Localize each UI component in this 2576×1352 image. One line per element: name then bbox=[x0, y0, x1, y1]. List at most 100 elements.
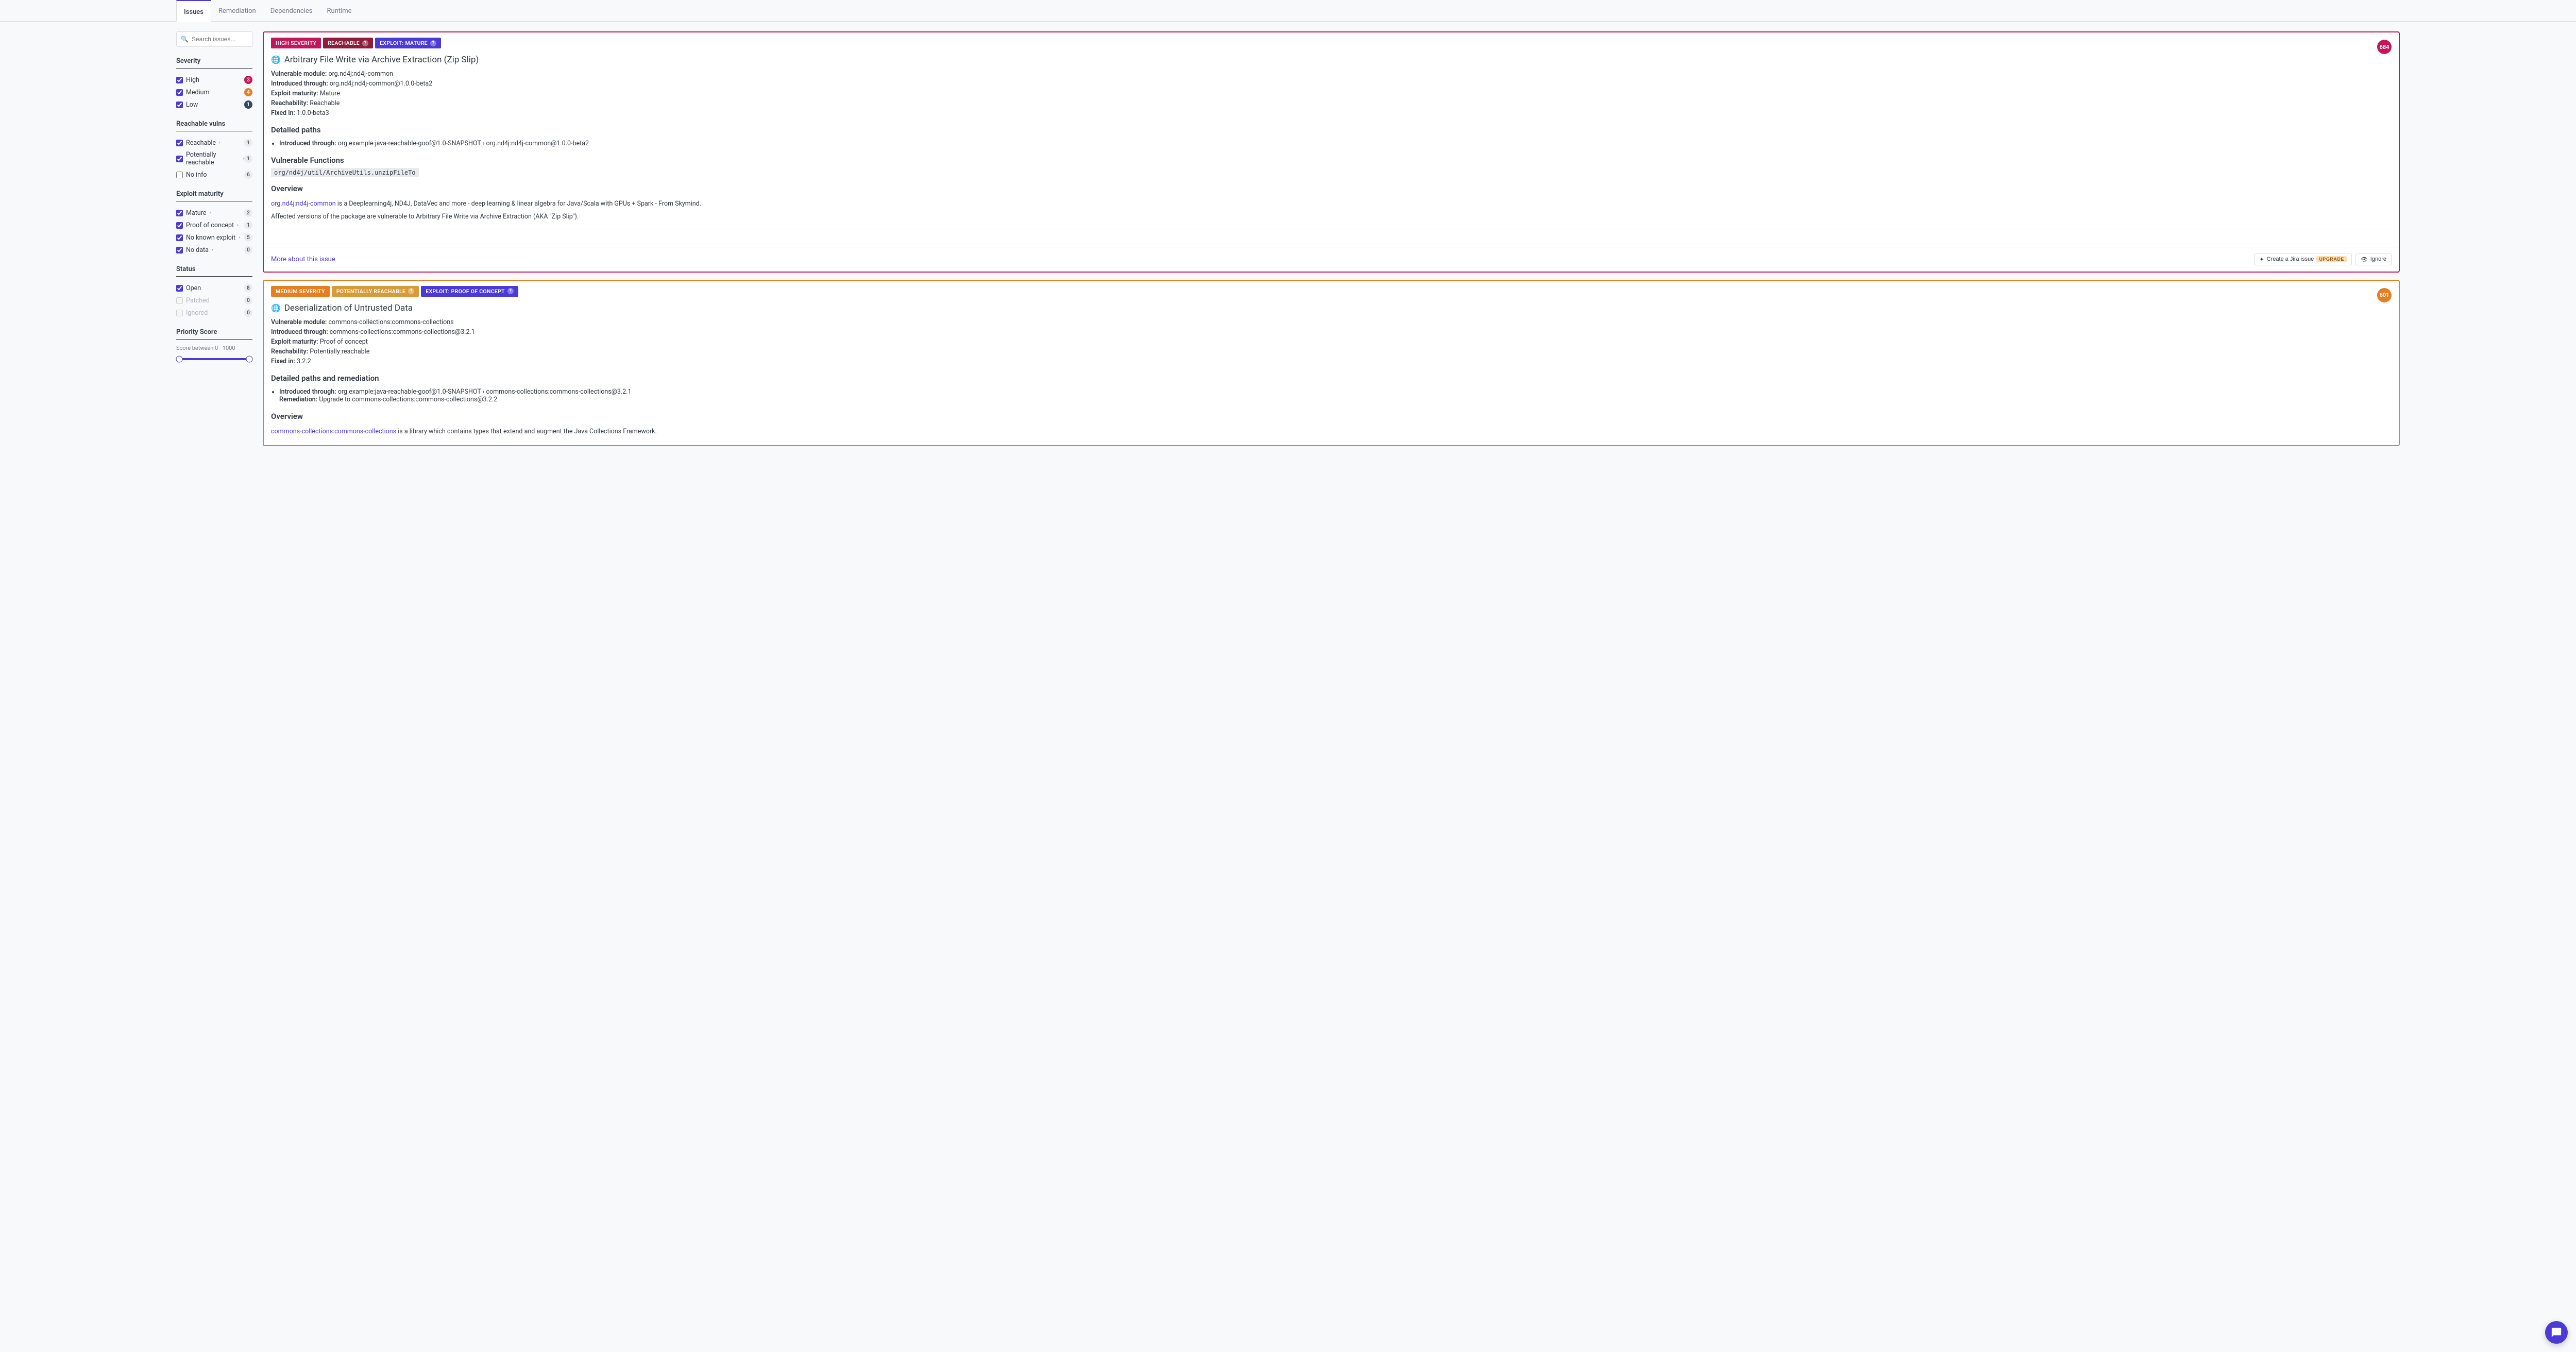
filter-patched[interactable]: Patched 0 bbox=[176, 294, 252, 307]
filter-ignored[interactable]: Ignored 0 bbox=[176, 307, 252, 319]
filter-potentially-item[interactable]: Potentially reachable› 1 bbox=[176, 149, 252, 168]
search-input[interactable] bbox=[192, 36, 272, 43]
label: Mature bbox=[186, 209, 206, 217]
ignore-button[interactable]: 👁Ignore bbox=[2355, 254, 2392, 265]
filter-high[interactable]: High 3 bbox=[176, 74, 252, 86]
tab-runtime[interactable]: Runtime bbox=[320, 0, 359, 21]
score-circle: 684 bbox=[2377, 40, 2392, 54]
upgrade-tag: UPGRADE bbox=[2316, 256, 2347, 262]
label: Fixed in: bbox=[271, 358, 295, 365]
checkbox[interactable] bbox=[176, 247, 183, 254]
label: Patched bbox=[186, 297, 210, 305]
label: Medium bbox=[186, 89, 209, 96]
filter-medium[interactable]: Medium 4 bbox=[176, 86, 252, 98]
overview-text: is a library which contains types that e… bbox=[396, 428, 657, 435]
label: Vulnerable module: bbox=[271, 318, 327, 326]
filter-title: Reachable vulns bbox=[176, 120, 252, 131]
label: No data bbox=[186, 246, 209, 254]
create-jira-button[interactable]: ✦Create a Jira issueUPGRADE bbox=[2254, 254, 2351, 265]
priority-slider[interactable] bbox=[176, 356, 252, 363]
filter-title: Exploit maturity bbox=[176, 190, 252, 201]
slider-thumb-max[interactable] bbox=[246, 356, 253, 363]
label: No info bbox=[186, 171, 207, 179]
score-circle: 601 bbox=[2377, 288, 2392, 302]
count-badge: 3 bbox=[244, 76, 252, 84]
checkbox[interactable] bbox=[176, 172, 183, 178]
overview-text: Affected versions of the package are vul… bbox=[271, 210, 2392, 223]
filter-title: Status bbox=[176, 265, 252, 277]
checkbox-high[interactable] bbox=[176, 77, 183, 83]
tab-dependencies[interactable]: Dependencies bbox=[263, 0, 320, 21]
chevron-right-icon: › bbox=[219, 140, 221, 145]
value: Potentially reachable bbox=[310, 348, 369, 356]
label: Introduced through: bbox=[271, 80, 328, 88]
checkbox[interactable] bbox=[176, 210, 183, 216]
globe-icon: 🌐 bbox=[271, 55, 281, 64]
checkbox[interactable] bbox=[176, 156, 183, 162]
checkbox bbox=[176, 297, 183, 304]
tab-remediation[interactable]: Remediation bbox=[211, 0, 263, 21]
checkbox-medium[interactable] bbox=[176, 89, 183, 96]
search-icon: 🔍 bbox=[181, 36, 189, 43]
count-badge: 8 bbox=[244, 284, 252, 292]
filter-noinfo-item[interactable]: No info 6 bbox=[176, 168, 252, 181]
help-icon[interactable]: ? bbox=[430, 40, 436, 46]
label: Exploit maturity: bbox=[271, 338, 318, 346]
filter-low[interactable]: Low 1 bbox=[176, 98, 252, 111]
globe-icon: 🌐 bbox=[271, 303, 281, 313]
exploit-pill: EXPLOIT: PROOF OF CONCEPT? bbox=[421, 286, 518, 297]
checkbox[interactable] bbox=[176, 285, 183, 292]
checkbox[interactable] bbox=[176, 234, 183, 241]
label: High bbox=[186, 76, 199, 84]
path-item: Introduced through: org.example:java-rea… bbox=[279, 139, 2392, 148]
checkbox[interactable] bbox=[176, 222, 183, 229]
count-badge: 5 bbox=[244, 233, 252, 242]
filter-reachable-item[interactable]: Reachable› 1 bbox=[176, 137, 252, 149]
filter-severity: Severity High 3 Medium 4 Low 1 bbox=[176, 57, 252, 111]
chevron-right-icon: › bbox=[209, 210, 211, 215]
filter-exploit: Exploit maturity Mature› 2 Proof of conc… bbox=[176, 190, 252, 256]
label: Proof of concept bbox=[186, 222, 234, 229]
help-icon[interactable]: ? bbox=[362, 40, 368, 46]
package-link[interactable]: org.nd4j:nd4j-common bbox=[271, 200, 336, 208]
title-text: Arbitrary File Write via Archive Extract… bbox=[284, 55, 479, 65]
count-badge: 4 bbox=[244, 88, 252, 96]
severity-pill: MEDIUM SEVERITY bbox=[271, 286, 330, 297]
overview-text: is a Deeplearning4j, ND4J, DataVec and m… bbox=[336, 200, 701, 208]
count-badge: 1 bbox=[244, 155, 252, 163]
value: 3.2.2 bbox=[297, 358, 311, 365]
vulnerable-function: org/nd4j/util/ArchiveUtils.unzipFileTo bbox=[271, 168, 419, 177]
package-link[interactable]: commons-collections:commons-collections bbox=[271, 428, 396, 435]
path-item: Introduced through: org.example:java-rea… bbox=[279, 387, 2392, 404]
reachable-pill: REACHABLE? bbox=[323, 38, 373, 48]
filter-nodata[interactable]: No data› 0 bbox=[176, 244, 252, 256]
filter-nke[interactable]: No known exploit› 5 bbox=[176, 231, 252, 244]
chat-widget[interactable] bbox=[2545, 1321, 2568, 1344]
value: Mature bbox=[320, 90, 340, 97]
label: Low bbox=[186, 101, 198, 109]
issue-card-high: 684 HIGH SEVERITY REACHABLE? EXPLOIT: MA… bbox=[263, 31, 2400, 273]
filter-priority: Priority Score Score between 0 - 1000 bbox=[176, 328, 252, 363]
section-heading: Overview bbox=[271, 184, 2392, 193]
more-about-link[interactable]: More about this issue bbox=[271, 256, 335, 263]
checkbox-low[interactable] bbox=[176, 102, 183, 108]
slider-thumb-min[interactable] bbox=[176, 356, 182, 363]
search-box[interactable]: 🔍 bbox=[176, 31, 252, 47]
help-icon[interactable]: ? bbox=[408, 288, 414, 294]
filter-poc[interactable]: Proof of concept› 1 bbox=[176, 219, 252, 231]
tab-issues[interactable]: Issues bbox=[176, 0, 211, 22]
chat-icon bbox=[2551, 1327, 2562, 1338]
help-icon[interactable]: ? bbox=[507, 288, 514, 294]
count-badge: 1 bbox=[244, 139, 252, 147]
filter-open[interactable]: Open 8 bbox=[176, 282, 252, 294]
checkbox[interactable] bbox=[176, 140, 183, 146]
label: Fixed in: bbox=[271, 109, 295, 117]
issue-title: 🌐 Arbitrary File Write via Archive Extra… bbox=[264, 48, 2399, 69]
count-badge: 1 bbox=[244, 100, 252, 109]
value: org.nd4j:nd4j-common@1.0.0-beta2 bbox=[330, 80, 433, 88]
count-badge: 1 bbox=[244, 221, 252, 229]
label: Introduced through: bbox=[271, 328, 328, 336]
filter-mature[interactable]: Mature› 2 bbox=[176, 207, 252, 219]
checkbox bbox=[176, 310, 183, 316]
label: Open bbox=[186, 284, 201, 292]
